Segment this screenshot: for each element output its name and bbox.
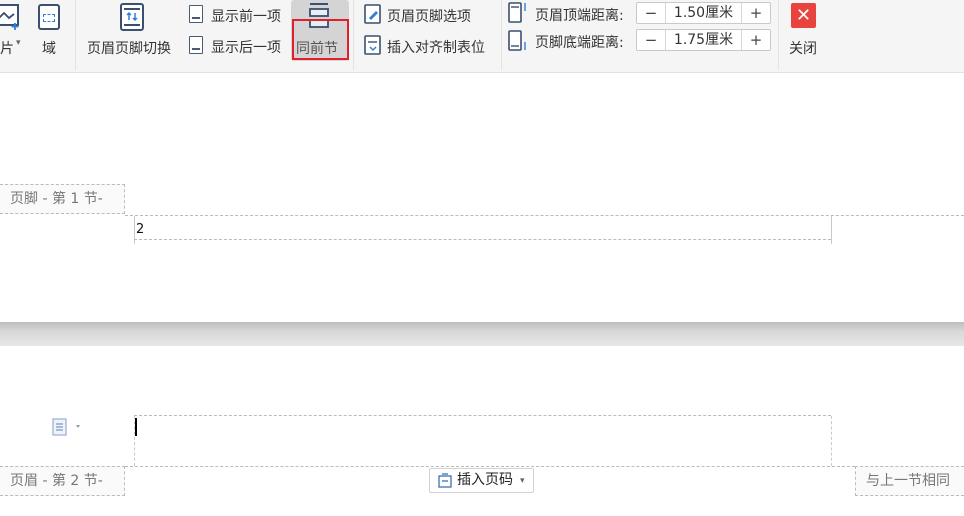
show-next-button[interactable]: 显示后一项: [186, 35, 290, 57]
margin-line-right: [831, 416, 832, 466]
increment-button[interactable]: +: [741, 30, 770, 50]
divider: [353, 0, 354, 70]
show-previous-button[interactable]: 显示前一项: [186, 4, 290, 26]
header-bottom-border: [125, 466, 855, 467]
show-next-label: 显示后一项: [211, 40, 281, 56]
header-footer-switch-icon: [120, 3, 144, 31]
header-footer-switch-label: 页眉页脚切换: [87, 41, 171, 57]
footer-bottom-distance-stepper[interactable]: − 1.75厘米 +: [636, 29, 771, 51]
field-label: 域: [42, 41, 56, 57]
footer-bottom-distance-label: 页脚底端距离:: [535, 35, 624, 51]
close-button[interactable]: ✕ 关闭: [782, 0, 826, 62]
header-distance-icon: [508, 2, 526, 23]
header-footer-options-icon: [364, 4, 381, 24]
footer-section-tag: 页脚 - 第 1 节-: [0, 184, 125, 214]
highlight-box: [292, 19, 349, 60]
header-top-distance-value[interactable]: 1.50厘米: [665, 3, 742, 23]
header-top-distance-label: 页眉顶端距离:: [535, 8, 624, 24]
header-footer-options-label: 页眉页脚选项: [387, 9, 471, 25]
footer-distance-icon: [508, 30, 526, 51]
header-footer-switch-button[interactable]: 页眉页脚切换: [84, 0, 180, 62]
show-previous-icon: [189, 5, 203, 23]
margin-line-right: [831, 216, 832, 244]
text-cursor: [135, 418, 137, 436]
show-next-icon: [189, 36, 203, 54]
divider: [778, 0, 779, 70]
footer-bottom-distance-value[interactable]: 1.75厘米: [665, 30, 742, 50]
decrement-button[interactable]: −: [637, 30, 666, 50]
page-separator: [0, 322, 964, 346]
header-text-border: [134, 415, 831, 416]
divider: [501, 0, 502, 70]
close-label: 关闭: [789, 41, 817, 57]
picture-button[interactable]: 片 ▾: [0, 0, 30, 62]
page-number[interactable]: 2: [136, 222, 144, 237]
decrement-button[interactable]: −: [637, 3, 666, 23]
field-icon: [38, 4, 60, 30]
footer-text-border: [134, 239, 831, 240]
increment-button[interactable]: +: [741, 3, 770, 23]
ribbon-toolbar: 片 ▾ 域 页眉页脚切换 显示前一项 显示后一项 同前节 页眉页脚选项 插入对齐…: [0, 0, 964, 73]
divider: [75, 0, 76, 70]
header-top-distance-stepper[interactable]: − 1.50厘米 +: [636, 2, 771, 24]
show-previous-label: 显示前一项: [211, 9, 281, 25]
field-button[interactable]: 域: [35, 0, 65, 62]
chevron-down-icon: ▾: [16, 38, 21, 48]
insert-page-number-label: 插入页码: [457, 472, 513, 488]
same-as-previous-tag: 与上一节相同: [855, 466, 964, 496]
chevron-down-icon: ▾: [520, 476, 525, 486]
close-icon: ✕: [791, 3, 816, 28]
paragraph-layout-icon[interactable]: [52, 418, 82, 436]
insert-align-tab-button[interactable]: 插入对齐制表位: [362, 35, 496, 57]
header-section-tag: 页眉 - 第 2 节-: [0, 466, 125, 496]
align-tab-icon: [364, 35, 381, 55]
footer-top-border: [125, 215, 964, 216]
picture-icon: [0, 4, 19, 30]
insert-align-tab-label: 插入对齐制表位: [387, 40, 485, 56]
header-footer-options-button[interactable]: 页眉页脚选项: [362, 4, 492, 26]
page-number-icon: [438, 473, 452, 488]
picture-label: 片: [0, 41, 14, 57]
insert-page-number-button[interactable]: 插入页码 ▾: [429, 468, 534, 493]
